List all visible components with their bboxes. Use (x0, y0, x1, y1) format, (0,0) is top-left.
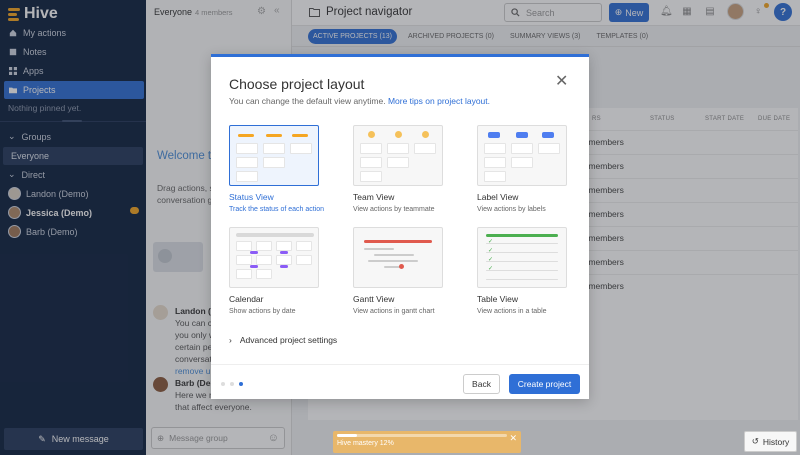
mastery-label: Hive mastery 12% (337, 440, 394, 447)
tips-link[interactable]: More tips on project layout. (388, 96, 490, 106)
calendar-view-thumbnail (229, 227, 319, 288)
layout-option-table[interactable]: ✓ ✓ ✓ ✓ Table View View actions in a tab… (477, 227, 582, 315)
modal-subtitle: You can change the default view anytime.… (229, 96, 490, 106)
advanced-settings-toggle[interactable]: › Advanced project settings (229, 335, 337, 345)
option-title: Table View (477, 294, 518, 304)
option-title: Status View (229, 192, 274, 202)
modal-subtitle-text: You can change the default view anytime. (229, 96, 386, 106)
close-icon[interactable]: ✕ (555, 74, 568, 90)
option-description: Track the status of each action (229, 206, 325, 213)
hive-mastery-progress[interactable]: Hive mastery 12% ✕ (333, 431, 521, 453)
option-description: View actions in a table (477, 308, 547, 315)
modal-footer-divider (211, 364, 589, 365)
status-view-thumbnail (229, 125, 319, 186)
step-dot (230, 382, 234, 386)
advanced-settings-label: Advanced project settings (239, 335, 338, 345)
modal-title: Choose project layout (229, 76, 365, 92)
step-dot-current (239, 382, 243, 386)
layout-option-label[interactable]: Label View View actions by labels (477, 125, 582, 213)
option-title: Team View (353, 192, 395, 202)
layout-option-status[interactable]: Status View Track the status of each act… (229, 125, 334, 213)
option-description: View actions by labels (477, 206, 546, 213)
option-description: Show actions by date (229, 308, 296, 315)
history-label: History (762, 436, 790, 447)
option-title: Label View (477, 192, 519, 202)
label-view-thumbnail (477, 125, 567, 186)
gantt-view-thumbnail (353, 227, 443, 288)
layout-option-team[interactable]: Team View View actions by teammate (353, 125, 458, 213)
history-icon: ↺ (751, 436, 759, 446)
create-project-button[interactable]: Create project (509, 374, 580, 394)
option-title: Gantt View (353, 294, 395, 304)
choose-layout-modal: Choose project layout ✕ You can change t… (211, 54, 589, 399)
table-view-thumbnail: ✓ ✓ ✓ ✓ (477, 227, 567, 288)
team-view-thumbnail (353, 125, 443, 186)
step-dot (221, 382, 225, 386)
close-icon[interactable]: ✕ (509, 433, 517, 444)
chevron-right-icon: › (229, 335, 232, 345)
mastery-progress-bar (337, 434, 507, 437)
history-button[interactable]: ↺ History (744, 431, 797, 452)
option-description: View actions in gantt chart (353, 308, 435, 315)
back-button[interactable]: Back (463, 374, 500, 394)
layout-option-calendar[interactable]: Calendar Show actions by date (229, 227, 334, 315)
layout-option-gantt[interactable]: Gantt View View actions in gantt chart (353, 227, 458, 315)
mastery-progress-fill (337, 434, 358, 437)
step-indicator (221, 382, 243, 386)
option-description: View actions by teammate (353, 206, 435, 213)
option-title: Calendar (229, 294, 264, 304)
